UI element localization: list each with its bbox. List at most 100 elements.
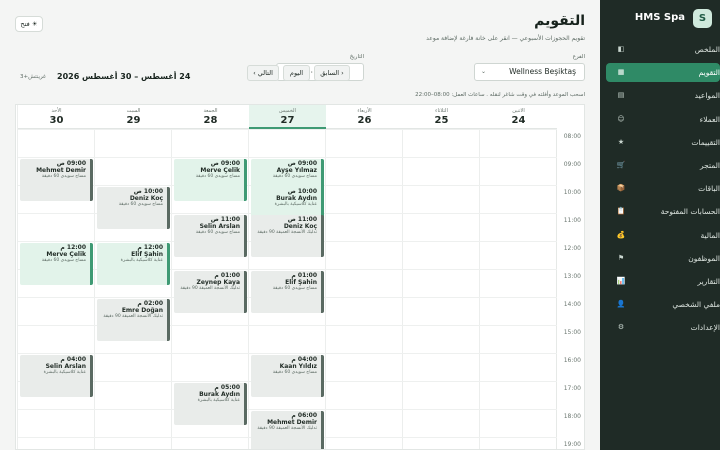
branch-select-value: Wellness Beşiktaş [509,67,576,76]
hour-slot-line [95,381,172,382]
sidebar-item-8[interactable]: 💰 المالية [606,226,720,245]
hour-slot-line [249,157,326,158]
sidebar-item-4[interactable]: ★ التقييمات [606,133,720,152]
hour-slot-line [18,241,95,242]
sidebar-item-7[interactable]: 📋 الحسابات المفتوحة [606,202,720,221]
hour-slot-line [172,437,249,438]
sidebar-item-10[interactable]: 📊 التقارير [606,272,720,291]
day-column[interactable]: السبت 29 10:00 ص Deniz Koç مساج سويدي 60 دقي… [94,105,172,449]
hour-slot-line [480,185,557,186]
hour-slot-line [326,269,403,270]
appointment-card[interactable]: 10:00 ص Deniz Koç مساج سويدي 60 دقيقة [97,187,170,229]
hour-slot-line [18,325,95,326]
day-name: السبت [126,108,141,114]
brand-logo: S [693,9,712,28]
appointment-card[interactable]: 11:00 ص Selin Arslan مساج سويدي 60 دقيقة [174,215,247,257]
day-column[interactable]: الأحد 30 09:00 ص Mehmet Demir مساج سويدي 60 … [17,105,95,449]
day-name: الاثنين [512,108,525,114]
sidebar-item-9[interactable]: ⚑ الموظفون [606,249,720,268]
appointment-card[interactable]: 06:00 م Mehmet Demir تدليك الأنسجة العميقة… [251,411,324,449]
time-label: 18:00 [563,413,581,420]
appointment-card[interactable]: 04:00 م Kaan Yıldız مساج سويدي 60 دقيقة [251,355,324,397]
appointment-card[interactable]: 01:00 م Zeynep Kaya تدليك الأنسجة العميقة … [174,271,247,313]
day-number: 25 [434,115,449,126]
sidebar-item-label: المالية [700,230,720,240]
hour-slot-line [172,213,249,214]
hour-slot-line [403,241,480,242]
branch-select[interactable]: Wellness Beşiktaş ⌄ [474,63,585,81]
sidebar-item-3[interactable]: ☺ العملاء [606,110,720,129]
appointment-time: 06:00 م [291,412,317,419]
hour-slot-line [403,437,480,438]
appointment-card[interactable]: 09:00 ص Mehmet Demir مساج سويدي 60 دقيقة [20,159,93,201]
today-button[interactable]: اليوم [283,65,310,81]
appointment-service: عناية كلاسيكية بالبشرة [274,202,317,207]
hour-slot-line [403,269,480,270]
hour-slot-line [172,157,249,158]
sidebar-item-2[interactable]: ▤ المواعيد [606,86,720,105]
sidebar-item-12[interactable]: ⚙ الإعدادات [606,318,720,337]
hour-slot-line [403,297,480,298]
day-number: 26 [357,115,372,126]
day-header: الأحد 30 [18,105,95,129]
day-column[interactable]: الاثنين 24 [479,105,557,449]
appointment-card[interactable]: 12:00 م Elif Şahin عناية كلاسيكية بالبشرة [97,243,170,285]
day-number: 27 [280,115,295,126]
nav-icon: ⚙ [617,323,625,332]
hour-slot-line [18,297,95,298]
hour-slot-line [480,325,557,326]
nav-icon: ▦ [617,68,625,77]
time-label: 13:00 [563,273,581,280]
appointment-card[interactable]: 09:00 ص Merve Çelik مساج سويدي 60 دقيقة [174,159,247,201]
sidebar-item-11[interactable]: 👤 ملفي الشخصي [606,295,720,314]
day-column[interactable]: الخميس 27 09:00 ص Ayşe Yılmaz مساج سويدي 60 … [248,105,326,449]
hour-slot-line [403,213,480,214]
next-button[interactable]: التالي › [247,65,279,81]
day-column[interactable]: الجمعة 28 09:00 ص Merve Çelik مساج سويدي 60 … [171,105,249,449]
hour-slot-line [95,241,172,242]
appointment-client: Elif Şahin [285,279,317,286]
nav-icon: 💰 [616,230,626,239]
hour-slot-line [172,353,249,354]
time-label: 19:00 [563,441,581,448]
date-label: التاريخ [349,54,364,60]
appointment-card[interactable]: 05:00 م Burak Aydın عناية كلاسيكية بالبشرة [174,383,247,425]
sidebar-item-6[interactable]: 📦 الباقات [606,179,720,198]
appointment-service: تدليك الأنسجة العميقة 90 دقيقة [103,314,163,319]
sidebar-item-label: الملخص [694,45,720,54]
day-column[interactable]: الثلاثاء 25 [402,105,480,449]
appointment-card[interactable]: 11:00 ص Deniz Koç تدليك الأنسجة العميقة 90… [251,215,324,257]
appointment-client: Deniz Koç [283,223,317,230]
appointment-time: 12:00 م [137,244,163,251]
sidebar-item-0[interactable]: ◧ الملخص [606,40,720,59]
appointment-time: 01:00 م [291,272,317,279]
appointment-client: Kaan Yıldız [279,363,317,370]
sidebar-item-5[interactable]: 🛒 المتجر [606,156,720,175]
appointment-service: عناية كلاسيكية بالبشرة [197,398,240,403]
appointment-card[interactable]: 02:00 م Emre Doğan تدليك الأنسجة العميقة 9… [97,299,170,341]
open-button[interactable]: ☀ فتح [15,16,43,32]
time-label: 17:00 [563,385,581,392]
appointment-card[interactable]: 04:00 م Selin Arslan عناية كلاسيكية بالبشر… [20,355,93,397]
hour-slot-line [18,213,95,214]
time-label: 10:00 [563,189,581,196]
appointment-card[interactable]: 01:00 م Elif Şahin مساج سويدي 60 دقيقة [251,271,324,313]
day-column[interactable]: الأربعاء 26 [325,105,403,449]
appointment-card[interactable]: 12:00 م Merve Çelik مساج سويدي 60 دقيقة [20,243,93,285]
hour-slot-line [172,269,249,270]
brand[interactable]: S HMS Spa [608,9,712,31]
appointment-service: مساج سويدي 60 دقيقة [272,286,317,291]
time-label: 11:00 [563,217,581,224]
appointment-time: 04:00 م [60,356,86,363]
day-header: الثلاثاء 25 [403,105,480,129]
nav-icon: 📦 [616,184,626,193]
sidebar-item-label: الباقات [698,184,720,194]
hour-slot-line [326,185,403,186]
prev-button[interactable]: ‹ السابق [314,65,350,81]
appointment-time: 11:00 ص [210,216,240,223]
hour-slot-line [18,129,95,130]
appointment-service: تدليك الأنسجة العميقة 90 دقيقة [257,426,317,431]
sidebar-item-1[interactable]: ▦ التقويم [606,63,720,83]
hour-slot-line [172,325,249,326]
time-column: 08:00 09:00 10:00 11:00 12:00 13:00 14:00 15:00… [556,105,584,449]
